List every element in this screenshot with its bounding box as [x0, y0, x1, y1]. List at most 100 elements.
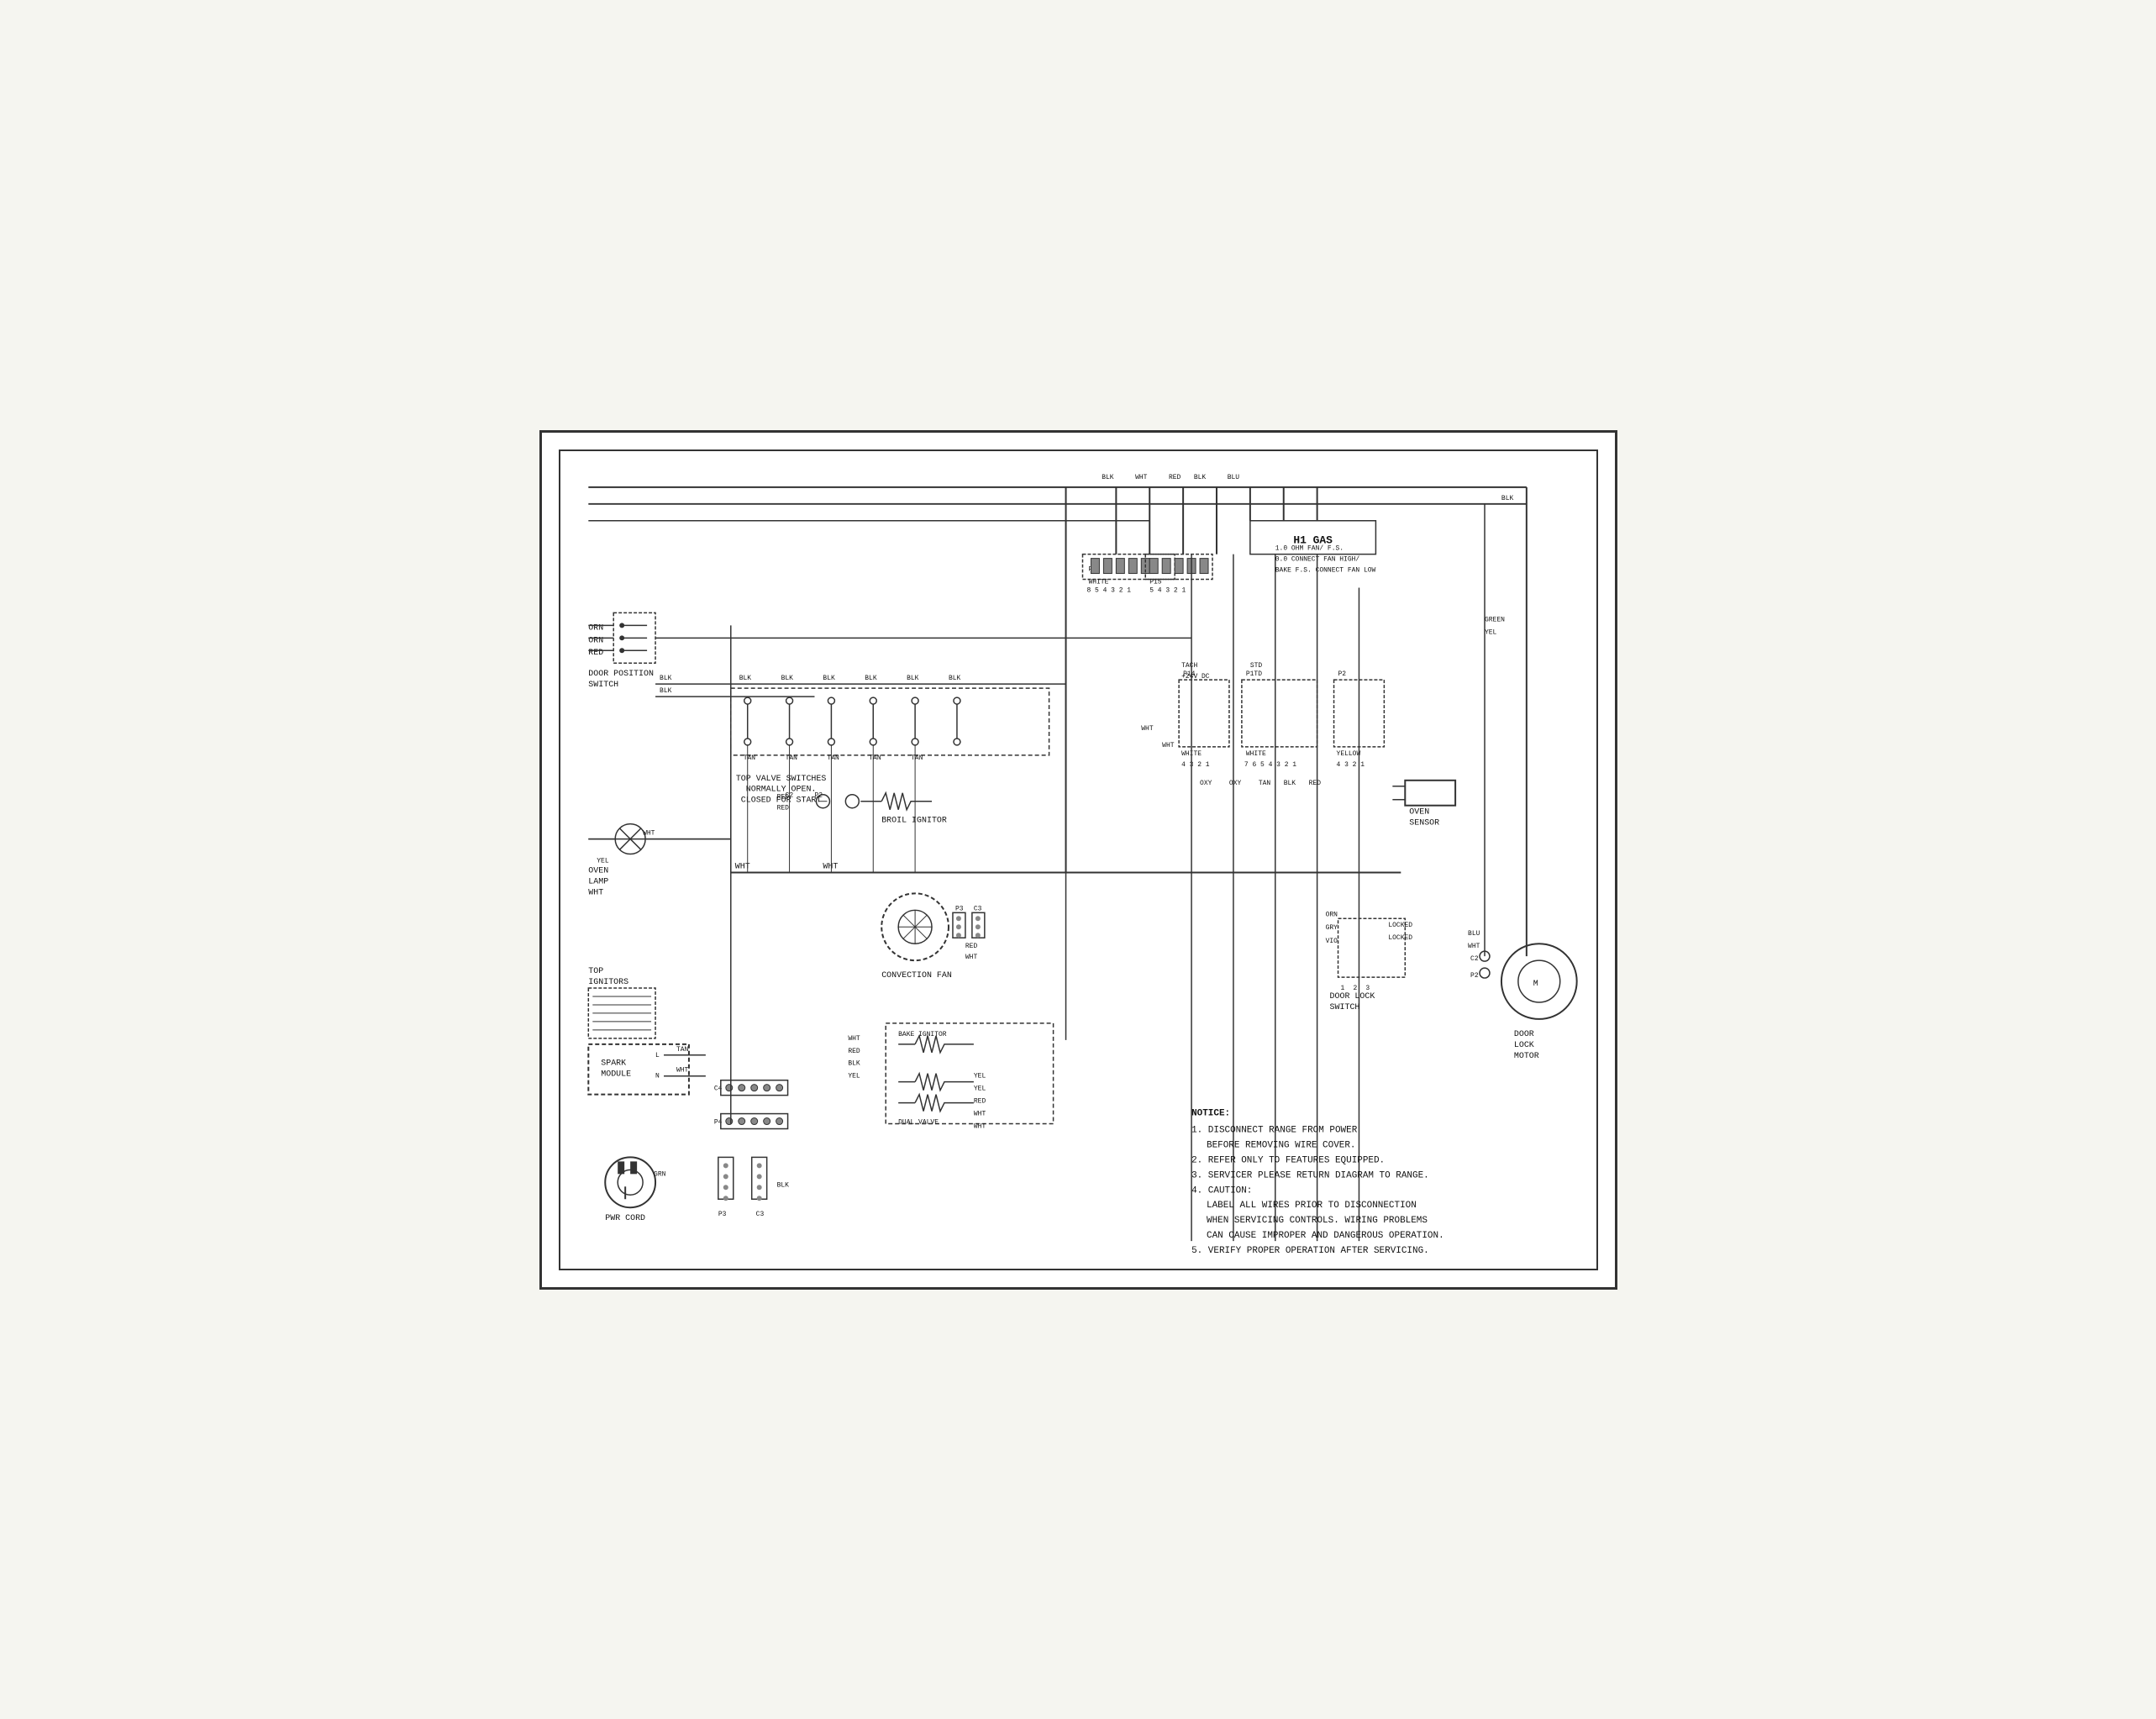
p3-conv: P3 [954, 905, 963, 912]
signal-label: +24V DC [1181, 673, 1210, 681]
blk-label-7: BLK [907, 675, 919, 682]
red-bake: RED [848, 1047, 860, 1054]
std-label: STD [1249, 662, 1262, 670]
blk-label-2: BLK [660, 687, 672, 695]
wiring-diagram: H1 GAS BLK WHT RED BLK BLU P2 8 5 4 [539, 430, 1617, 1290]
wire-blk-2: BLK [1193, 473, 1206, 481]
red-label-1: RED [588, 648, 603, 657]
wire-blk-1: BLK [1102, 473, 1114, 481]
wht-dv-2: WHT [973, 1122, 986, 1130]
tan-label-1: TAN [743, 754, 755, 761]
notice-2: 2. REFER ONLY TO FEATURES EQUIPPED. [1191, 1155, 1385, 1165]
red-conv: RED [965, 943, 977, 950]
connector-numbering-2: 5 4 3 2 1 [1149, 586, 1186, 594]
oxy-label-2: OXY [1228, 779, 1241, 786]
pwr-cord-label: PWR CORD [605, 1213, 645, 1222]
top-ignitors-label-2: IGNITORS [588, 977, 628, 986]
wht-dv-1: WHT [973, 1110, 986, 1117]
wire-red-1: RED [1168, 473, 1181, 481]
p2-right-label: P2 [1338, 670, 1346, 678]
connector-numbering: 8 5 4 3 2 1 [1086, 586, 1131, 594]
white-p1: WHITE [1245, 749, 1265, 757]
notice-5: 5. VERIFY PROPER OPERATION AFTER SERVICI… [1191, 1246, 1429, 1256]
p3-bottom: P3 [718, 1211, 726, 1218]
orn-label-2: ORN [588, 635, 603, 644]
notice-title: NOTICE: [1191, 1108, 1230, 1118]
blk-bake: BLK [848, 1059, 860, 1067]
locked-label-2: LOCKED [1388, 934, 1412, 942]
wht-bus-label-2: WHT [823, 861, 838, 870]
red-dv: RED [973, 1097, 986, 1105]
connector-4321: 4 3 2 1 [1181, 760, 1210, 768]
locked-label: LOCKED [1388, 922, 1412, 929]
p2-broil-label: P2 [814, 791, 823, 799]
notice-3: 3. SERVICER PLEASE RETURN DIAGRAM TO RAN… [1191, 1170, 1429, 1180]
tan-label-2: TAN [785, 754, 797, 761]
c3-conv: C3 [973, 905, 981, 912]
grn-label: GRN [654, 1170, 666, 1178]
wht-label-lamp: WHT [588, 887, 603, 896]
notice-4b: WHEN SERVICING CONTROLS. WIRING PROBLEMS [1207, 1216, 1428, 1226]
spark-module-label: SPARK [601, 1058, 626, 1067]
door-lock-motor-label: DOOR [1513, 1028, 1533, 1038]
notice-4a: LABEL ALL WIRES PRIOR TO DISCONNECTION [1207, 1201, 1417, 1211]
door-lock-sw-label-2: SWITCH [1329, 1001, 1359, 1011]
blk-label-5: BLK [823, 675, 835, 682]
blk-label-4: BLK [781, 675, 793, 682]
blk-bottom: BLK [776, 1181, 789, 1189]
yel-lamp-label: YEL [597, 857, 609, 865]
c2-motor: C2 [1470, 955, 1479, 963]
top-valve-label-1: TOP VALVE SWITCHES [735, 773, 826, 782]
tan-label-4: TAN [869, 754, 881, 761]
tan-right: TAN [1258, 779, 1270, 786]
tach-label: TACH [1181, 662, 1197, 670]
top-ignitors-label: TOP [588, 966, 603, 975]
wht-spark: WHT [676, 1066, 688, 1074]
tan-label-3: TAN [827, 754, 839, 761]
green-label: GREEN [1484, 616, 1504, 623]
yel-bake-2: YEL [973, 1072, 986, 1080]
yellow-p2: YELLOW [1336, 749, 1360, 757]
spark-module-label-2: MODULE [601, 1069, 631, 1078]
oven-sensor-label-2: SENSOR [1409, 817, 1439, 827]
p2-motor: P2 [1470, 972, 1479, 980]
wire-wht-1: WHT [1135, 473, 1148, 481]
dual-valve-label: DUAL VALVE [898, 1118, 939, 1126]
notice-4c: CAN CAUSE IMPROPER AND DANGEROUS OPERATI… [1207, 1231, 1444, 1241]
broil-ignitor-label: BROIL IGNITOR [881, 815, 947, 824]
wht-conv: WHT [965, 954, 977, 961]
connector-white: WHITE [1088, 578, 1108, 586]
bake-label: 1.0 OHM FAN/ F.S. [1275, 544, 1343, 552]
red-right: RED [1308, 779, 1321, 786]
top-valve-label-2: NORMALLY OPEN. [745, 784, 816, 793]
door-lock-motor-label-2: LOCK [1513, 1039, 1533, 1049]
wht-right-1: WHT [1141, 724, 1154, 732]
l-terminal: L [655, 1051, 660, 1059]
n-terminal: N [655, 1072, 660, 1080]
connector-76543: 7 6 5 4 3 2 1 [1244, 760, 1296, 768]
blk-right-1: BLK [1283, 779, 1296, 786]
red-broil-label-2: RED [776, 804, 789, 812]
tan-label-5: TAN [911, 754, 923, 761]
door-lock-sw-label: DOOR LOCK [1329, 991, 1375, 1000]
orn-label-1: ORN [588, 623, 603, 632]
yel-bake-3: YEL [973, 1085, 986, 1092]
wht-right-2: WHT [1162, 741, 1175, 749]
gry-dls: GRY [1325, 924, 1338, 932]
convection-fan-label: CONVECTION FAN [881, 970, 952, 980]
blk-label-6: BLK [865, 675, 877, 682]
blu-motor: BLU [1468, 930, 1480, 938]
notice-4-title: 4. CAUTION: [1191, 1185, 1252, 1196]
door-pos-switch-label-2: SWITCH [588, 680, 618, 689]
yel-bake-1: YEL [848, 1072, 860, 1080]
c3-bottom: C3 [755, 1211, 764, 1218]
connector-4321-r: 4 3 2 1 [1336, 760, 1365, 768]
p1td-label: P1TD [1245, 670, 1261, 678]
diagram-content: H1 GAS BLK WHT RED BLK BLU P2 8 5 4 [563, 454, 1594, 1266]
blk-label-8: BLK [948, 675, 960, 682]
oven-lamp-label-2: LAMP [588, 876, 608, 886]
oven-sensor-label: OVEN [1409, 807, 1429, 816]
bake-label-3: BAKE F.S. CONNECT FAN LOW [1275, 566, 1375, 574]
wire-blu-1: BLU [1227, 473, 1239, 481]
vio-dls: VIO [1325, 938, 1338, 945]
